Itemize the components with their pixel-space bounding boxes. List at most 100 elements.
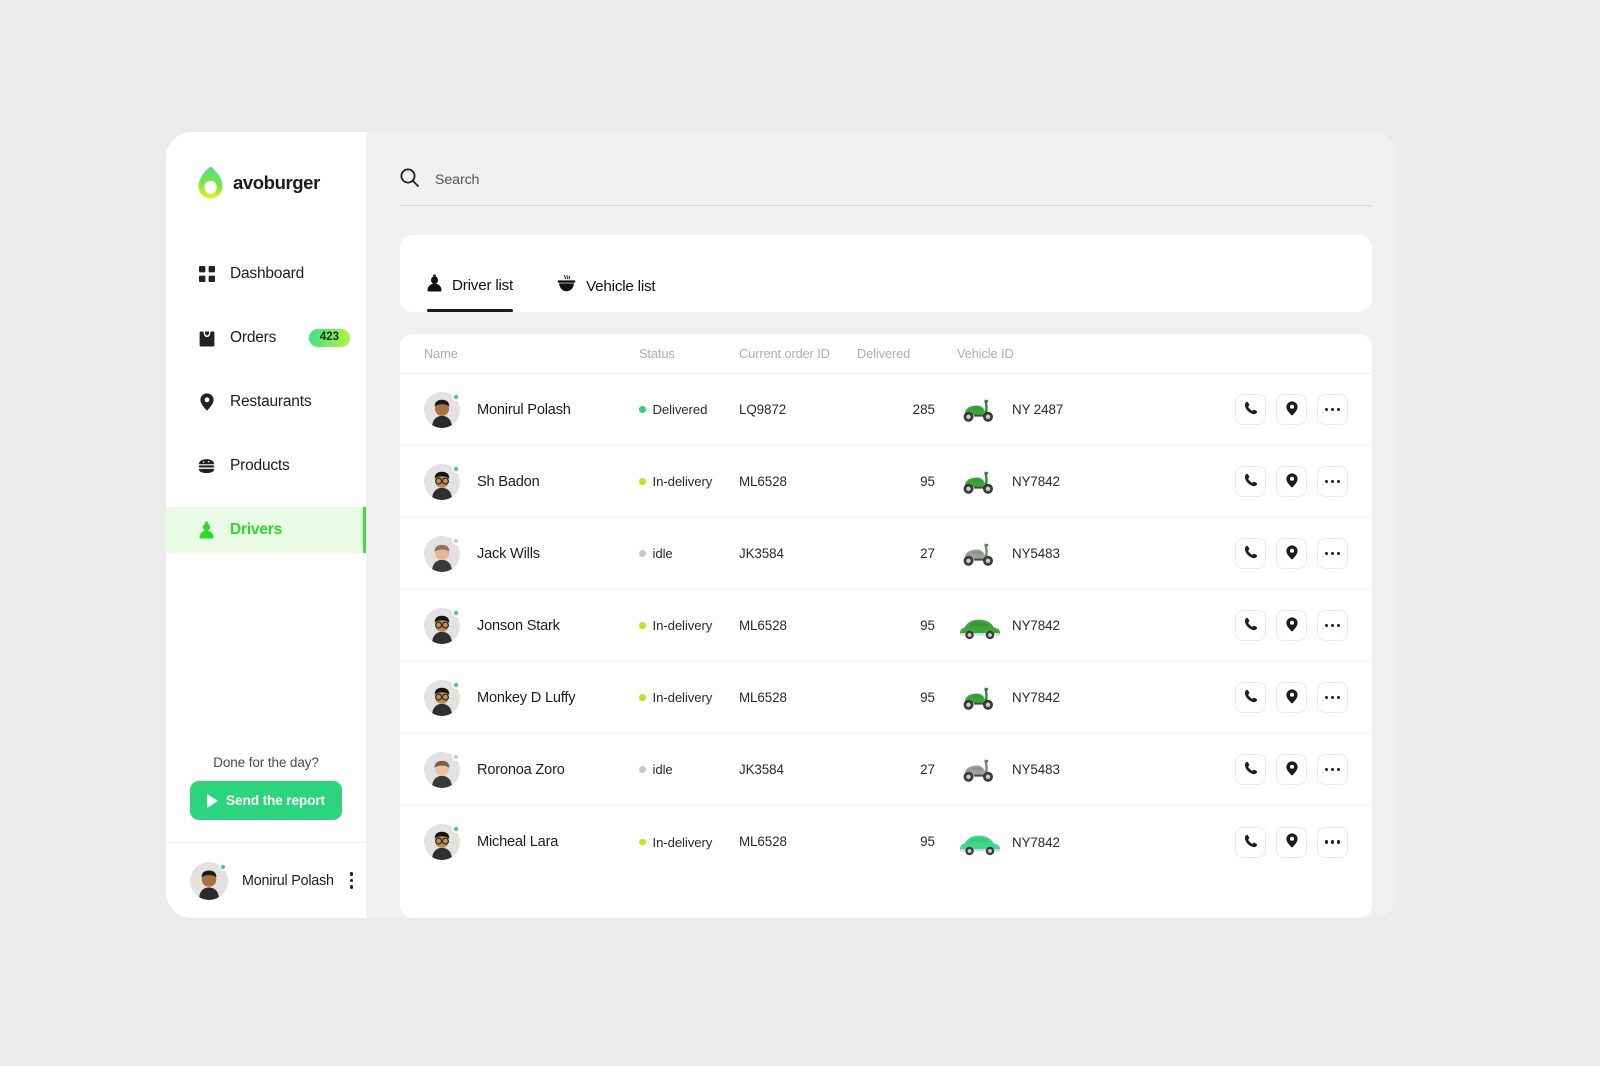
presence-dot [452,825,460,833]
sidebar-item-orders[interactable]: Orders 423 [166,315,366,361]
avatar [424,824,460,860]
more-button[interactable] [1317,394,1348,425]
column-header-delivered: Delivered [857,346,911,361]
scooter-gray-icon [957,539,1003,569]
delivered-count: 95 [920,834,935,849]
location-pin-icon [1285,544,1298,563]
driver-name: Micheal Lara [477,834,559,850]
call-button[interactable] [1235,466,1266,497]
driver-name: Monkey D Luffy [477,689,576,706]
location-pin-icon [1285,688,1298,707]
send-report-button[interactable]: Send the report [190,781,342,820]
more-button[interactable] [1317,826,1348,858]
sidebar-item-label: Orders [230,329,277,346]
search-icon [400,168,419,192]
phone-icon [1244,617,1258,634]
kebab-vertical-icon[interactable] [348,868,355,892]
status-dot [639,406,646,413]
sidebar-item-restaurants[interactable]: Restaurants [166,379,366,425]
current-order-id: ML6528 [739,473,787,489]
sidebar-item-label: Drivers [230,521,283,538]
phone-icon [1244,834,1258,851]
scooter-gray-icon [957,755,1003,785]
status-dot [639,694,646,701]
table-row[interactable]: Roronoa Zoro idle JK3584 27 NY5483 [400,734,1372,806]
call-button[interactable] [1235,682,1266,713]
phone-icon [1244,689,1258,706]
table-row[interactable]: Micheal Lara In-delivery ML6528 95 NY784… [400,806,1372,878]
locate-button[interactable] [1276,826,1307,858]
brand: avoburger [166,132,366,199]
delivered-count: 285 [912,401,935,417]
presence-dot [452,536,460,545]
column-header-order-id: Current order ID [739,346,830,361]
send-report-label: Send the report [226,793,325,808]
avatar [424,751,460,788]
search-input[interactable] [435,172,1372,188]
more-button[interactable] [1317,682,1348,713]
phone-icon [1244,545,1258,562]
status-badge: In-delivery [639,690,739,705]
vehicle-id: NY7842 [1012,834,1060,850]
presence-dot [452,608,460,617]
main-content: Driver list Vehicle list Name S [366,132,1398,918]
tab-driver-list[interactable]: Driver list [427,274,513,312]
driver-name: Jonson Stark [477,617,560,634]
more-button[interactable] [1317,538,1348,569]
call-button[interactable] [1235,754,1266,785]
sidebar-user-name: Monirul Polash [242,872,334,889]
driver-table: Name Status Current order ID Delivered V… [400,334,1372,918]
locate-button[interactable] [1276,754,1307,785]
locate-button[interactable] [1276,394,1307,425]
column-header-name: Name [424,346,458,361]
kebab-horizontal-icon [1325,695,1340,700]
table-row[interactable]: Jonson Stark In-delivery ML6528 95 NY784… [400,590,1372,662]
sidebar-user[interactable]: Monirul Polash [166,842,366,918]
more-button[interactable] [1317,754,1348,785]
locate-button[interactable] [1276,682,1307,713]
table-header: Name Status Current order ID Delivered V… [400,334,1372,374]
vehicle-id: NY5483 [1012,762,1060,777]
status-badge: idle [639,546,739,561]
call-button[interactable] [1235,394,1266,425]
status-badge: In-delivery [639,474,739,489]
sidebar-item-drivers[interactable]: Drivers [166,507,366,553]
more-button[interactable] [1317,466,1348,497]
status-label: In-delivery [652,474,713,489]
presence-dot [219,862,227,871]
sidebar-item-label: Products [230,457,290,474]
burger-icon [198,458,215,475]
more-button[interactable] [1317,610,1348,641]
sidebar-item-products[interactable]: Products [166,443,366,489]
delivered-count: 95 [920,473,935,489]
kebab-horizontal-icon [1325,840,1340,844]
locate-button[interactable] [1276,466,1307,497]
location-pin-icon [1285,472,1298,491]
table-row[interactable]: Monkey D Luffy In-delivery ML6528 95 NY7… [400,662,1372,734]
locate-button[interactable] [1276,610,1307,641]
call-button[interactable] [1235,538,1266,569]
delivered-count: 95 [920,689,935,705]
vehicle-id: NY7842 [1012,690,1060,705]
sidebar-item-dashboard[interactable]: Dashboard [166,251,366,297]
table-row[interactable]: Jack Wills idle JK3584 27 NY5483 [400,518,1372,590]
status-badge: In-delivery [639,618,739,633]
locate-button[interactable] [1276,538,1307,569]
table-body: Monirul Polash Delivered LQ9872 285 NY 2… [400,374,1372,878]
table-row[interactable]: Sh Badon In-delivery ML6528 95 NY7842 [400,446,1372,518]
current-order-id: JK3584 [739,761,784,777]
scooter-green-icon [957,467,1003,497]
report-prompt: Done for the day? [213,755,319,770]
car-mint-icon [957,827,1003,857]
status-badge: Delivered [639,402,739,417]
avocado-logo-icon [198,166,223,199]
scooter-green-icon [957,395,1003,425]
shopping-bag-icon [198,330,215,347]
table-row[interactable]: Monirul Polash Delivered LQ9872 285 NY 2… [400,374,1372,446]
delivered-count: 27 [920,545,935,561]
vehicle-id: NY 2487 [1012,402,1064,417]
call-button[interactable] [1235,826,1266,858]
tab-vehicle-list[interactable]: Vehicle list [557,275,656,312]
call-button[interactable] [1235,610,1266,641]
